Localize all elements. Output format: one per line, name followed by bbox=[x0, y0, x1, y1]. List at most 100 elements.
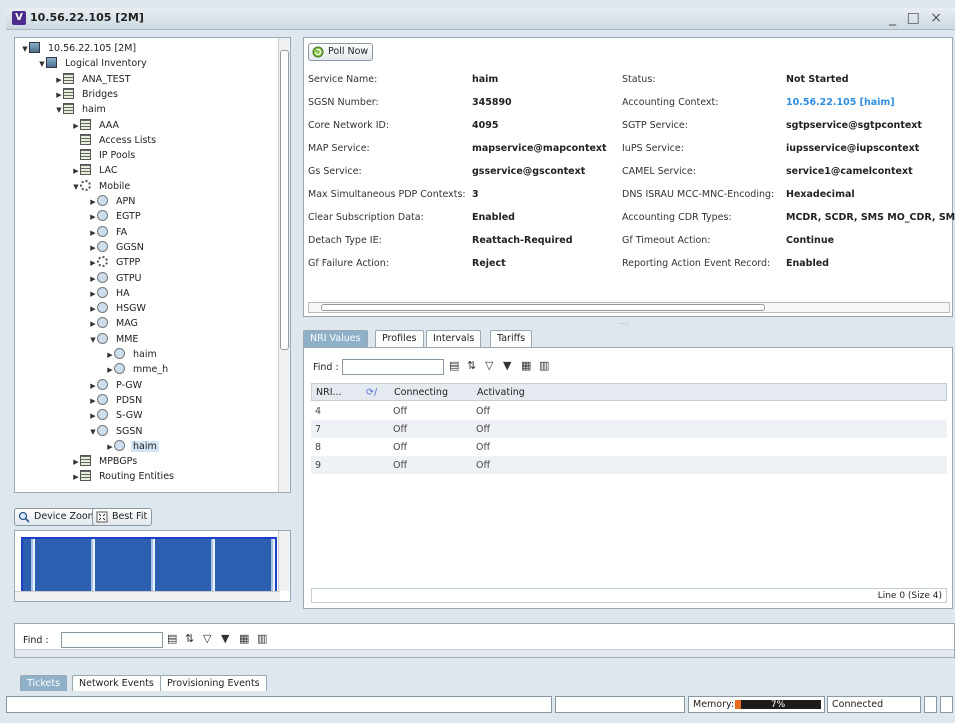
tree-node[interactable]: ▶ P-GW bbox=[89, 378, 144, 393]
splitter-handle[interactable]: ····· bbox=[618, 320, 629, 328]
save-icon[interactable]: ▤ bbox=[449, 359, 459, 372]
tree-node[interactable]: ▶ Bridges bbox=[55, 87, 120, 102]
tree-toggle-icon[interactable]: ▶ bbox=[72, 470, 80, 484]
tree-node-label: GGSN bbox=[116, 241, 144, 253]
tree-toggle-icon[interactable]: ▶ bbox=[89, 379, 97, 393]
tree-toggle-icon[interactable]: ▶ bbox=[89, 272, 97, 286]
best-fit-button[interactable]: Best Fit bbox=[92, 508, 153, 526]
column-header-nri[interactable]: NRI... bbox=[316, 387, 342, 398]
tree-toggle-icon[interactable]: ▶ bbox=[89, 241, 97, 255]
tree-toggle-icon[interactable]: ▼ bbox=[55, 103, 63, 117]
events-find-input[interactable] bbox=[61, 632, 163, 648]
events-print-icon[interactable]: ▥ bbox=[257, 632, 267, 645]
nri-find-input[interactable] bbox=[342, 359, 444, 375]
tree-node[interactable]: ▼ haim bbox=[55, 103, 108, 117]
tree-scroll-thumb[interactable] bbox=[280, 50, 289, 350]
tree-node[interactable]: ▶ HA bbox=[89, 286, 132, 301]
tree-toggle-icon[interactable]: ▼ bbox=[38, 57, 46, 71]
device-minimap[interactable] bbox=[14, 530, 291, 602]
tree-node[interactable]: ▶ GTPP bbox=[89, 256, 142, 270]
tree-node[interactable]: ▶ MPBGPs bbox=[72, 455, 139, 469]
tree-toggle-icon[interactable]: ▶ bbox=[89, 409, 97, 423]
tree-toggle-icon[interactable]: ▼ bbox=[89, 425, 97, 439]
tree-node[interactable]: ▶ PDSN bbox=[89, 393, 144, 408]
accounting-context-link[interactable]: 10.56.22.105 [haim] bbox=[786, 97, 895, 108]
tree-toggle-icon[interactable]: ▶ bbox=[89, 210, 97, 224]
tree-node[interactable]: ▶ LAC bbox=[72, 164, 119, 178]
tree-toggle-icon[interactable]: ▶ bbox=[89, 256, 97, 270]
tab-tariffs[interactable]: Tariffs bbox=[490, 330, 533, 347]
inventory-tree[interactable]: ▼ 10.56.22.105 [2M] ▼ Logical Inventory ▶ ANA… bbox=[14, 37, 291, 493]
tree-node[interactable]: ▶ haim bbox=[106, 439, 159, 454]
tree-node[interactable]: ▼ SGSN bbox=[89, 424, 145, 439]
tree-toggle-icon[interactable]: ▶ bbox=[89, 394, 97, 408]
events-export-icon[interactable]: ▦ bbox=[239, 632, 249, 645]
tree-node[interactable]: ▼ Logical Inventory bbox=[38, 57, 149, 71]
tree-toggle-icon[interactable]: ▶ bbox=[89, 226, 97, 240]
tree-node[interactable]: ▶ FA bbox=[89, 225, 129, 240]
tab-intervals[interactable]: Intervals bbox=[426, 330, 482, 347]
tree-node[interactable]: ▶ APN bbox=[89, 195, 137, 209]
minimap-horizontal-scrollbar[interactable] bbox=[15, 591, 280, 601]
tree-node[interactable]: ▼ 10.56.22.105 [2M] bbox=[21, 42, 138, 56]
service-icon bbox=[97, 225, 108, 237]
tree-node[interactable]: ▶ mme_h bbox=[106, 363, 170, 377]
tree-node[interactable]: Access Lists bbox=[72, 133, 158, 148]
tree-node[interactable]: ▶ AAA bbox=[72, 118, 121, 133]
details-scroll-thumb[interactable] bbox=[321, 304, 765, 311]
tree-vertical-scrollbar[interactable] bbox=[278, 38, 290, 492]
events-save-icon[interactable]: ▤ bbox=[167, 632, 177, 645]
tab-provisioning-events[interactable]: Provisioning Events bbox=[160, 675, 267, 691]
events-clear-filter-icon[interactable]: ▼ bbox=[221, 632, 229, 645]
tree-toggle-icon[interactable]: ▶ bbox=[106, 348, 114, 362]
tree-toggle-icon[interactable]: ▶ bbox=[72, 164, 80, 178]
tree-toggle-icon[interactable]: ▶ bbox=[89, 302, 97, 316]
filter-icon[interactable]: ▽ bbox=[485, 359, 493, 372]
tree-toggle-icon[interactable]: ▶ bbox=[89, 195, 97, 209]
sort-icon[interactable]: ⇅ bbox=[467, 359, 476, 372]
tree-toggle-icon[interactable]: ▶ bbox=[89, 317, 97, 331]
table-row[interactable]: 4 Off Off bbox=[311, 402, 947, 420]
tree-toggle-icon[interactable]: ▶ bbox=[89, 287, 97, 301]
events-sort-icon[interactable]: ⇅ bbox=[185, 632, 194, 645]
tree-toggle-icon[interactable]: ▼ bbox=[72, 180, 80, 194]
tree-node[interactable]: ▶ GGSN bbox=[89, 240, 146, 255]
clear-filter-icon[interactable]: ▼ bbox=[503, 359, 511, 372]
table-row[interactable]: 7 Off Off bbox=[311, 420, 947, 438]
tree-toggle-icon[interactable]: ▶ bbox=[72, 455, 80, 469]
tree-toggle-icon[interactable]: ▶ bbox=[55, 88, 63, 102]
tree-node[interactable]: ▶ ANA_TEST bbox=[55, 72, 133, 87]
tree-node[interactable]: ▶ Routing Entities bbox=[72, 470, 176, 484]
tree-toggle-icon[interactable]: ▶ bbox=[55, 73, 63, 87]
tree-toggle-icon[interactable]: ▼ bbox=[89, 333, 97, 347]
events-filter-icon[interactable]: ▽ bbox=[203, 632, 211, 645]
table-row[interactable]: 8 Off Off bbox=[311, 438, 947, 456]
tree-node[interactable]: ▶ GTPU bbox=[89, 271, 144, 286]
tree-node[interactable]: ▶ HSGW bbox=[89, 302, 148, 316]
poll-now-button[interactable]: Poll Now bbox=[308, 43, 374, 61]
tab-network-events[interactable]: Network Events bbox=[72, 675, 161, 691]
tree-node[interactable]: ▶ S-GW bbox=[89, 409, 145, 423]
tree-toggle-icon[interactable]: ▶ bbox=[106, 363, 114, 377]
tree-node[interactable]: ▶ EGTP bbox=[89, 210, 143, 224]
table-row[interactable]: 9 Off Off bbox=[311, 456, 947, 474]
tree-node[interactable]: ▶ haim bbox=[106, 348, 159, 362]
details-horizontal-scrollbar[interactable] bbox=[308, 302, 950, 313]
tab-tickets[interactable]: Tickets bbox=[20, 675, 68, 691]
tree-node[interactable]: ▶ MAG bbox=[89, 317, 140, 331]
tab-nri-values[interactable]: NRI Values bbox=[303, 330, 368, 347]
tree-node[interactable]: ▼ MME bbox=[89, 332, 140, 347]
window-controls[interactable]: _ □ × bbox=[889, 10, 945, 26]
tree-node[interactable]: IP Pools bbox=[72, 149, 137, 163]
device-zoom-button[interactable]: Device Zoom bbox=[14, 508, 102, 526]
column-header-connecting[interactable]: Connecting bbox=[394, 387, 448, 398]
minimap-vertical-scrollbar[interactable] bbox=[278, 531, 290, 591]
print-icon[interactable]: ▥ bbox=[539, 359, 549, 372]
tab-profiles[interactable]: Profiles bbox=[375, 330, 424, 347]
export-icon[interactable]: ▦ bbox=[521, 359, 531, 372]
tree-node[interactable]: ▼ Mobile bbox=[72, 179, 132, 194]
column-header-activating[interactable]: Activating bbox=[477, 387, 525, 398]
tree-toggle-icon[interactable]: ▶ bbox=[106, 440, 114, 454]
tree-toggle-icon[interactable]: ▶ bbox=[72, 119, 80, 133]
tree-toggle-icon[interactable]: ▼ bbox=[21, 42, 29, 56]
